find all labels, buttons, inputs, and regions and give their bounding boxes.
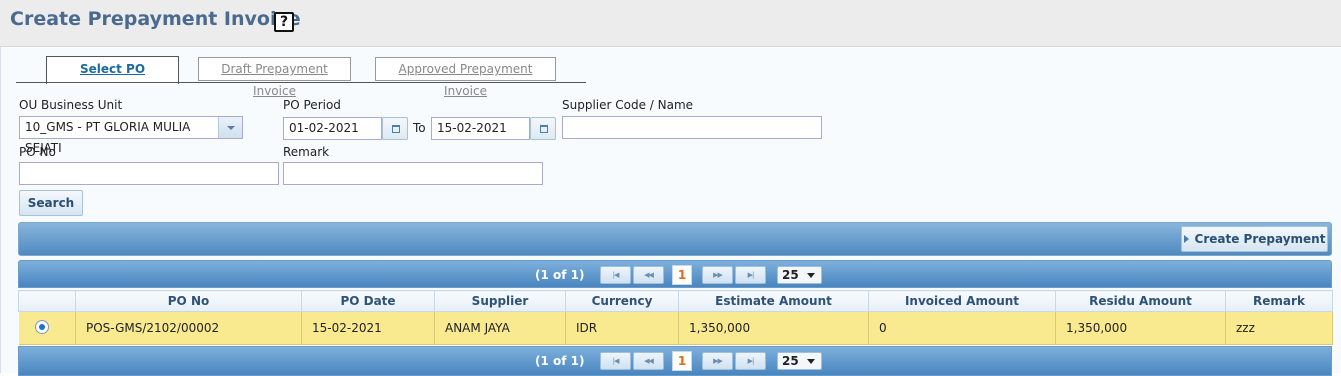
po-period-from-field[interactable]: 01-02-2021 <box>283 117 382 140</box>
first-page-button[interactable]: |◀ <box>600 352 631 370</box>
calendar-to-button[interactable] <box>530 117 556 140</box>
column-header-currency[interactable]: Currency <box>565 290 679 312</box>
cell-po-date: 15-02-2021 <box>301 311 435 345</box>
cell-estimate-amount: 1,350,000 <box>678 311 869 345</box>
prev-page-button[interactable]: ◀◀ <box>633 266 664 284</box>
cell-remark: zzz <box>1225 311 1333 345</box>
cell-residu-amount: 1,350,000 <box>1055 311 1226 345</box>
page-count: (1 of 1) <box>535 354 585 368</box>
cell-po-no: POS-GMS/2102/00002 <box>75 311 302 345</box>
cell-invoiced-amount: 0 <box>868 311 1056 345</box>
supplier-code-name-input[interactable] <box>562 116 822 139</box>
search-button[interactable]: Search <box>19 190 83 216</box>
calendar-icon <box>392 125 400 133</box>
po-no-input[interactable] <box>19 162 279 185</box>
current-page[interactable]: 1 <box>672 351 692 371</box>
ou-business-unit-label: OU Business Unit <box>19 98 123 112</box>
create-prepayment-label: Create Prepayment <box>1194 232 1326 246</box>
next-page-button[interactable]: ▶▶ <box>702 266 733 284</box>
paginator-top: (1 of 1) |◀ ◀◀ 1 ▶▶ ▶| 25 <box>18 260 1332 288</box>
last-page-button[interactable]: ▶| <box>735 266 766 284</box>
table-row[interactable]: POS-GMS/2102/00002 15-02-2021 ANAM JAYA … <box>18 311 1333 345</box>
table-header: PO No PO Date Supplier Currency Estimate… <box>18 290 1333 312</box>
page-size-select[interactable]: 25 <box>777 266 822 284</box>
to-label: To <box>413 121 426 135</box>
next-page-button[interactable]: ▶▶ <box>702 352 733 370</box>
cell-currency: IDR <box>565 311 679 345</box>
help-icon[interactable]: ? <box>274 12 294 32</box>
po-period-to-field[interactable]: 15-02-2021 <box>431 117 530 140</box>
column-header-po-date[interactable]: PO Date <box>301 290 435 312</box>
calendar-from-button[interactable] <box>382 117 408 140</box>
tab-select-po[interactable]: Select PO <box>46 56 179 84</box>
supplier-code-name-label: Supplier Code / Name <box>562 98 694 112</box>
column-header <box>18 290 76 312</box>
page-count: (1 of 1) <box>535 268 585 282</box>
calendar-icon <box>540 125 548 133</box>
cell-supplier: ANAM JAYA <box>434 311 566 345</box>
first-page-button[interactable]: |◀ <box>600 266 631 284</box>
po-period-label: PO Period <box>283 98 341 112</box>
column-header-supplier[interactable]: Supplier <box>434 290 566 312</box>
column-header-invoiced-amount[interactable]: Invoiced Amount <box>868 290 1056 312</box>
po-no-label: PO No <box>19 145 56 159</box>
tab-divider <box>16 82 586 83</box>
column-header-remark[interactable]: Remark <box>1225 290 1333 312</box>
remark-label: Remark <box>283 145 330 159</box>
triangle-right-icon <box>1183 235 1189 243</box>
action-toolbar: Create Prepayment <box>18 222 1332 256</box>
page-header: Create Prepayment Invoice ? <box>0 0 1341 47</box>
column-header-po-no[interactable]: PO No <box>75 290 302 312</box>
main-content: Select PO Draft Prepayment Invoice Appro… <box>0 47 1341 376</box>
current-page[interactable]: 1 <box>672 265 692 285</box>
chevron-down-icon[interactable] <box>218 117 242 138</box>
paginator-bottom: (1 of 1) |◀ ◀◀ 1 ▶▶ ▶| 25 <box>18 346 1332 376</box>
page-size-select[interactable]: 25 <box>777 352 822 370</box>
ou-business-unit-select[interactable]: 10_GMS - PT GLORIA MULIA SEJATI <box>19 116 243 155</box>
prev-page-button[interactable]: ◀◀ <box>633 352 664 370</box>
remark-input[interactable] <box>283 162 543 185</box>
row-select-radio[interactable] <box>34 319 49 334</box>
create-prepayment-button[interactable]: Create Prepayment <box>1181 226 1328 252</box>
last-page-button[interactable]: ▶| <box>735 352 766 370</box>
po-table: PO No PO Date Supplier Currency Estimate… <box>18 290 1333 345</box>
column-header-estimate-amount[interactable]: Estimate Amount <box>678 290 869 312</box>
tab-approved-prepayment-invoice[interactable]: Approved Prepayment Invoice <box>375 57 556 98</box>
tab-draft-prepayment-invoice[interactable]: Draft Prepayment Invoice <box>198 57 351 98</box>
page-title: Create Prepayment Invoice <box>10 8 301 30</box>
column-header-residu-amount[interactable]: Residu Amount <box>1055 290 1226 312</box>
